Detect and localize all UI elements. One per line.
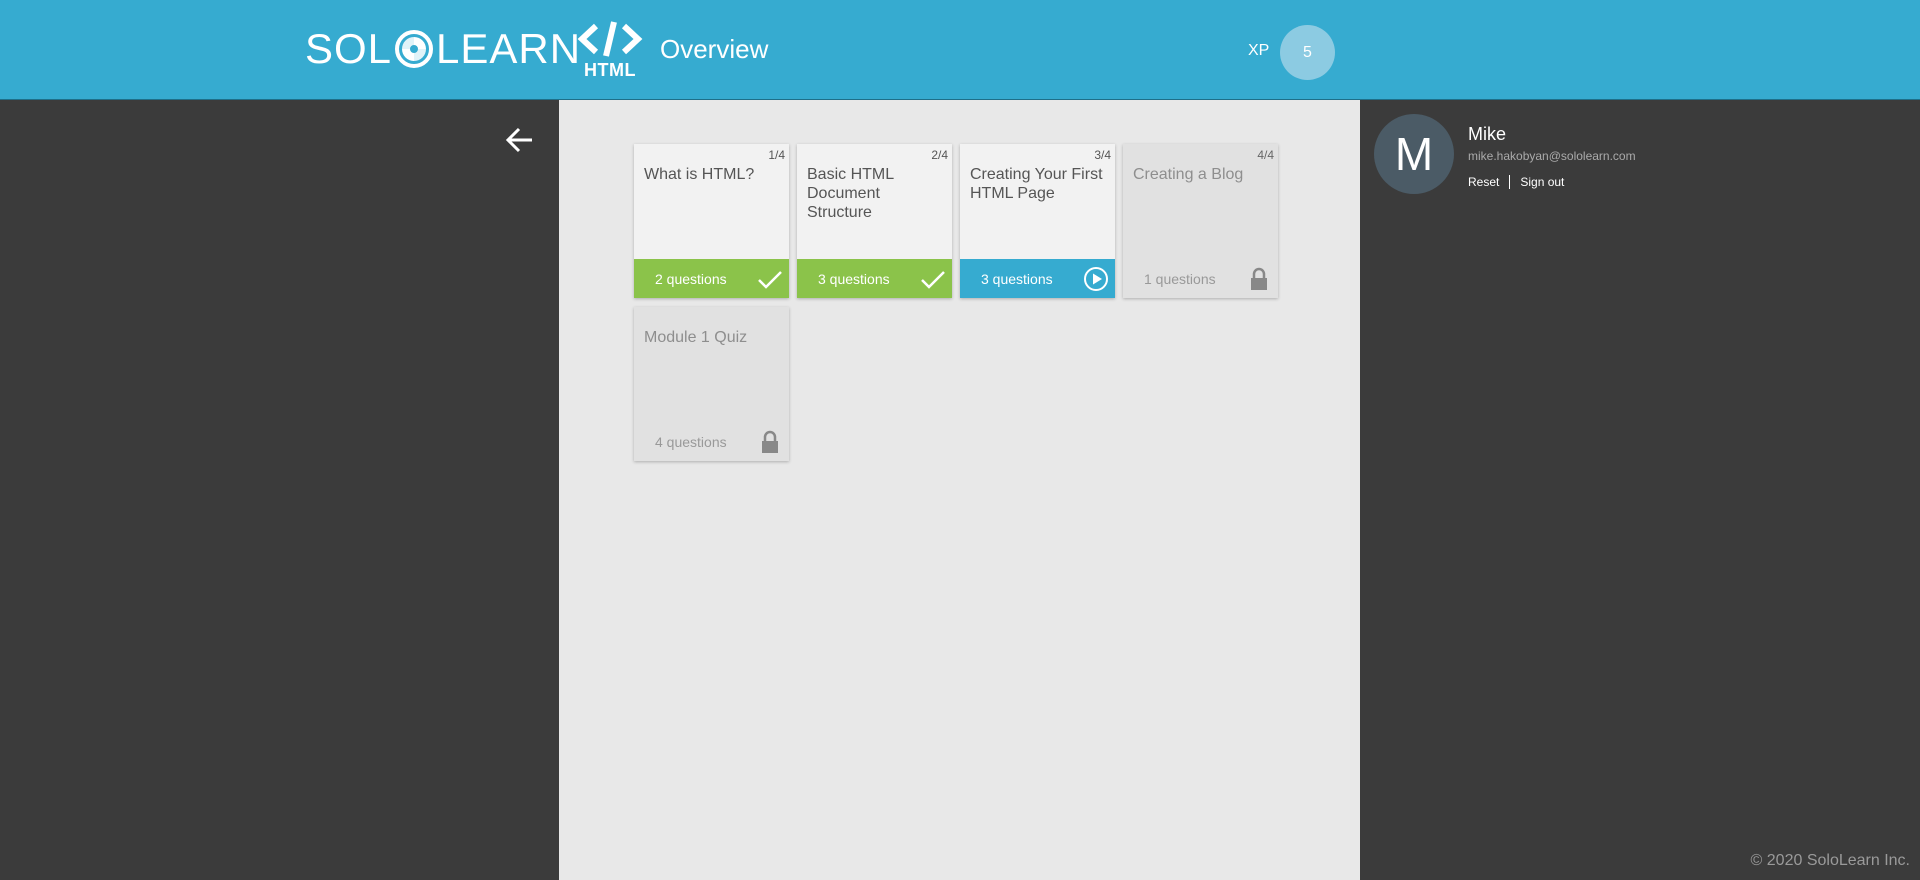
lesson-card-3[interactable]: 3/4 Creating Your First HTML Page 3 ques…: [960, 144, 1115, 298]
lesson-title: Basic HTML Document Structure: [807, 166, 894, 221]
lesson-footer-locked: 4 questions: [634, 422, 789, 461]
module-quiz-card[interactable]: Module 1 Quiz 4 questions: [634, 307, 789, 461]
checkmark-icon: [921, 271, 945, 289]
checkmark-icon: [758, 271, 782, 289]
lock-icon: [1251, 267, 1267, 290]
logo-text-left: SOL: [305, 25, 393, 72]
question-count: 4 questions: [655, 433, 727, 450]
lesson-grid-area: 1/4 What is HTML? 2 questions 2/4 Basic …: [559, 100, 1360, 880]
question-count: 2 questions: [655, 270, 727, 287]
lesson-title: Creating Your First HTML Page: [970, 166, 1103, 202]
code-brackets-icon: [577, 21, 643, 57]
lesson-card-2[interactable]: 2/4 Basic HTML Document Structure 3 ques…: [797, 144, 952, 298]
lesson-number: 3/4: [1094, 148, 1111, 162]
back-button[interactable]: [504, 124, 536, 156]
lesson-footer-locked: 1 questions: [1123, 259, 1278, 298]
top-header: SOL LEARN HTML Overview XP 5: [0, 0, 1920, 100]
question-count: 3 questions: [818, 270, 890, 287]
logo-swirl-icon: [395, 30, 434, 68]
lock-icon: [762, 430, 778, 453]
lesson-footer-completed: 2 questions: [634, 259, 789, 298]
lesson-title: What is HTML?: [644, 166, 755, 183]
user-links: Reset Sign out: [1468, 175, 1564, 189]
reset-link[interactable]: Reset: [1468, 175, 1499, 189]
copyright-text: © 2020 SoloLearn Inc.: [1750, 852, 1910, 869]
question-count: 3 questions: [981, 270, 1053, 287]
user-name: Mike: [1468, 124, 1507, 144]
lesson-footer-current: 3 questions: [960, 259, 1115, 298]
lesson-number: 1/4: [768, 148, 785, 162]
lesson-number: 2/4: [931, 148, 948, 162]
html-course-icon: HTML: [576, 20, 644, 82]
avatar[interactable]: M: [1374, 114, 1454, 194]
arrow-left-icon: [505, 127, 532, 153]
lesson-title: Module 1 Quiz: [644, 329, 748, 346]
sololearn-logo[interactable]: SOL LEARN: [305, 24, 581, 74]
course-badge-label: HTML: [584, 60, 636, 80]
question-count: 1 questions: [1144, 270, 1216, 287]
page-title: Overview: [660, 34, 769, 64]
lesson-footer-completed: 3 questions: [797, 259, 952, 298]
lesson-card-4[interactable]: 4/4 Creating a Blog 1 questions: [1123, 144, 1278, 298]
sign-out-link[interactable]: Sign out: [1520, 175, 1564, 189]
logo-text-right: LEARN: [436, 25, 582, 72]
user-email: mike.hakobyan@sololearn.com: [1468, 149, 1636, 163]
play-icon[interactable]: [1083, 266, 1109, 292]
link-divider: [1509, 175, 1511, 189]
lesson-number: 4/4: [1257, 148, 1274, 162]
lesson-title: Creating a Blog: [1133, 166, 1244, 183]
xp-badge[interactable]: 5: [1280, 25, 1335, 80]
lesson-card-1[interactable]: 1/4 What is HTML? 2 questions: [634, 144, 789, 298]
xp-label: XP: [1248, 42, 1270, 59]
